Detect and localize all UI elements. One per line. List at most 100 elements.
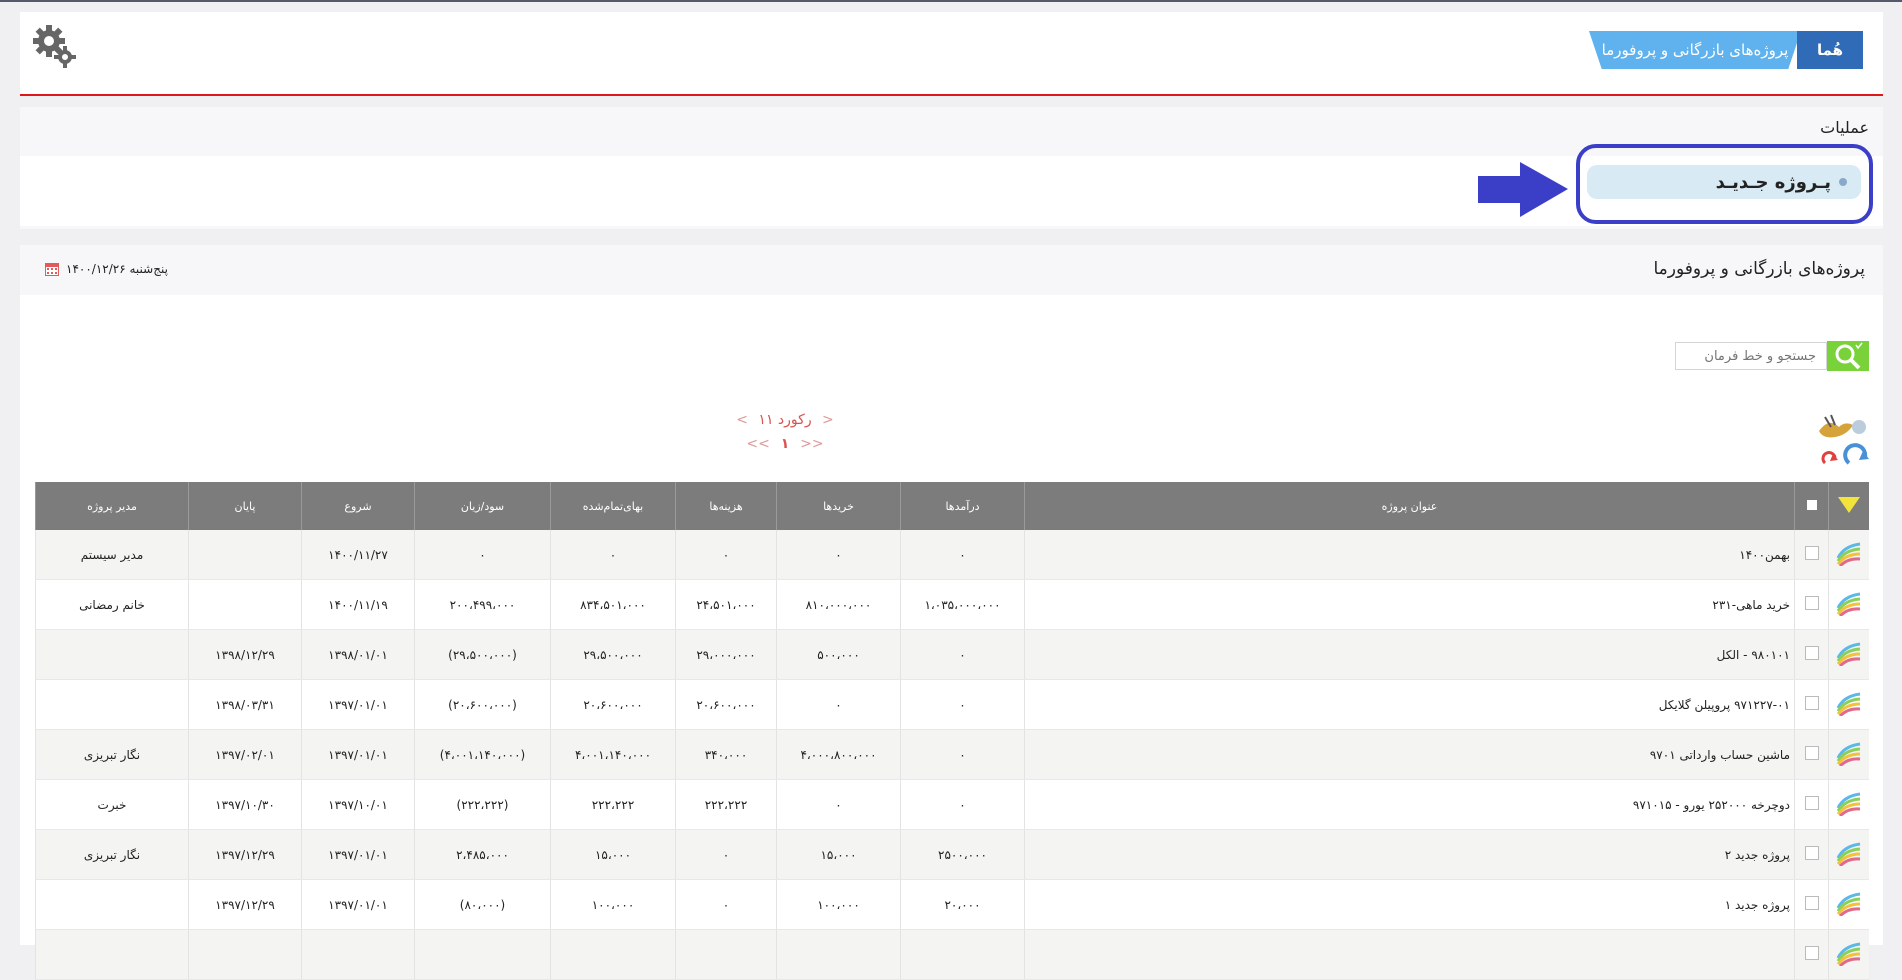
- cell-purchases: ۰: [776, 779, 901, 830]
- cell-title[interactable]: ۹۷۱۲۲۷-۰۱ پروپیلن گلایکل: [1024, 679, 1795, 730]
- cell-title[interactable]: ۹۸۰۱۰۱ - الکل: [1024, 629, 1795, 680]
- pager-next[interactable]: >: [822, 412, 834, 428]
- sort-column-header[interactable]: [1828, 482, 1869, 530]
- cell-purchases: ۵۰۰،۰۰۰: [776, 629, 901, 680]
- row-checkbox[interactable]: [1804, 696, 1819, 710]
- row-checkbox-cell[interactable]: [1794, 579, 1829, 630]
- cell-manager: [35, 879, 189, 930]
- row-checkbox-cell[interactable]: [1794, 829, 1829, 880]
- table-row[interactable]: بهمن۱۴۰۰ ۰ ۰ ۰ ۰ ۰ ۱۴۰۰/۱۱/۲۷ مدیر سیستم: [35, 530, 1869, 580]
- row-checkbox[interactable]: [1804, 896, 1819, 910]
- calendar-icon[interactable]: [44, 261, 60, 277]
- row-chart-icon[interactable]: [1836, 940, 1862, 968]
- cell-title[interactable]: بهمن۱۴۰۰: [1024, 530, 1795, 580]
- row-icon-cell[interactable]: [1828, 779, 1869, 830]
- cell-title[interactable]: پروژه جدید ۱: [1024, 879, 1795, 930]
- row-checkbox[interactable]: [1804, 746, 1819, 760]
- row-checkbox[interactable]: [1804, 546, 1819, 560]
- pager-first[interactable]: <<: [746, 436, 769, 452]
- row-checkbox-cell[interactable]: [1794, 629, 1829, 680]
- cell-costs: ۰: [675, 879, 777, 930]
- cell-manager: [35, 929, 189, 980]
- row-chart-icon[interactable]: [1836, 840, 1862, 868]
- row-chart-icon[interactable]: [1836, 740, 1862, 768]
- col-purchases[interactable]: خریدها: [776, 482, 901, 530]
- date-display: پنج‌شنبه ۱۴۰۰/۱۲/۲۶: [44, 261, 168, 277]
- col-costs[interactable]: هزینه‌ها: [675, 482, 777, 530]
- row-chart-icon[interactable]: [1836, 540, 1862, 568]
- col-manager[interactable]: مدیر پروژه: [35, 482, 189, 530]
- row-icon-cell[interactable]: [1828, 629, 1869, 680]
- row-icon-cell[interactable]: [1828, 929, 1869, 980]
- row-checkbox-cell[interactable]: [1794, 679, 1829, 730]
- row-checkbox[interactable]: [1804, 646, 1819, 660]
- row-checkbox[interactable]: [1804, 596, 1819, 610]
- bird-icon[interactable]: [1819, 414, 1866, 438]
- row-chart-icon[interactable]: [1836, 890, 1862, 918]
- search-button[interactable]: [1827, 341, 1869, 371]
- row-icon-cell[interactable]: [1828, 729, 1869, 780]
- row-checkbox[interactable]: [1804, 846, 1819, 860]
- search-icon: [1835, 342, 1863, 370]
- refresh-icon[interactable]: [1843, 443, 1869, 465]
- breadcrumb-project[interactable]: پروژه‌های بازرگانی و پروفورما: [1589, 31, 1801, 69]
- select-all-header[interactable]: [1794, 482, 1829, 530]
- pager-prev[interactable]: <: [736, 412, 748, 428]
- row-checkbox-cell[interactable]: [1794, 879, 1829, 930]
- row-icon-cell[interactable]: [1828, 530, 1869, 580]
- cell-title[interactable]: پروژه جدید ۲: [1024, 829, 1795, 880]
- row-checkbox-cell[interactable]: [1794, 929, 1829, 980]
- cell-income: ۰: [900, 729, 1025, 780]
- cell-purchases: ۰: [776, 530, 901, 580]
- cell-end: [188, 530, 302, 580]
- row-chart-icon[interactable]: [1836, 640, 1862, 668]
- row-checkbox-cell[interactable]: [1794, 530, 1829, 580]
- cell-title[interactable]: [1024, 929, 1795, 980]
- col-end[interactable]: پایان: [188, 482, 302, 530]
- col-title[interactable]: عنوان پروژه: [1024, 482, 1795, 530]
- cell-cost-price: ۲۰،۶۰۰،۰۰۰: [550, 679, 676, 730]
- pager-current[interactable]: ۱: [781, 436, 790, 452]
- cell-manager: مدیر سیستم: [35, 530, 189, 580]
- table-row[interactable]: دوچرخه ۲۵۲۰۰۰ یورو - ۹۷۱۰۱۵ ۰ ۰ ۲۲۲،۲۲۲ ۲۲۲،…: [35, 779, 1869, 830]
- row-chart-icon[interactable]: [1836, 790, 1862, 818]
- row-checkbox-cell[interactable]: [1794, 729, 1829, 780]
- row-icon-cell[interactable]: [1828, 679, 1869, 730]
- cell-end: ۱۳۹۸/۰۳/۳۱: [188, 679, 302, 730]
- select-all-checkbox[interactable]: [1806, 499, 1817, 510]
- table-row[interactable]: خرید ماهی-۲۳۱ ۱،۰۳۵،۰۰۰،۰۰۰ ۸۱۰،۰۰۰،۰۰۰ ۲۴،…: [35, 579, 1869, 630]
- row-icon-cell[interactable]: [1828, 579, 1869, 630]
- breadcrumb-home[interactable]: هُما: [1797, 31, 1863, 69]
- table-tools: [1809, 413, 1869, 473]
- row-icon-cell[interactable]: [1828, 829, 1869, 880]
- table-row[interactable]: ۹۷۱۲۲۷-۰۱ پروپیلن گلایکل ۰ ۰ ۲۰،۶۰۰،۰۰۰ ۲۰،۶…: [35, 679, 1869, 730]
- col-start[interactable]: شروع: [301, 482, 415, 530]
- pager-last[interactable]: >>: [800, 436, 823, 452]
- table-row[interactable]: ماشین حساب وارداتی ۹۷۰۱ ۰ ۴،۰۰۰،۸۰۰،۰۰۰ ۳۴۰…: [35, 729, 1869, 780]
- row-checkbox[interactable]: [1804, 796, 1819, 810]
- cell-purchases: ۸۱۰،۰۰۰،۰۰۰: [776, 579, 901, 630]
- row-chart-icon[interactable]: [1836, 690, 1862, 718]
- table-row[interactable]: پروژه جدید ۱ ۲۰،۰۰۰ ۱۰۰،۰۰۰ ۰ ۱۰۰،۰۰۰ (۸۰،۰۰۰…: [35, 879, 1869, 930]
- cell-cost-price: ۴،۰۰۱،۱۴۰،۰۰۰: [550, 729, 676, 780]
- table-header-row: عنوان پروژه درآمدها خریدها هزینه‌ها بهای…: [35, 482, 1869, 530]
- row-chart-icon[interactable]: [1836, 590, 1862, 618]
- reload-red-icon[interactable]: [1821, 451, 1838, 465]
- cell-title[interactable]: ماشین حساب وارداتی ۹۷۰۱: [1024, 729, 1795, 780]
- col-cost-price[interactable]: بهای‌تمام‌شده: [550, 482, 676, 530]
- cell-start: ۱۳۹۷/۰۱/۰۱: [301, 879, 415, 930]
- col-income[interactable]: درآمدها: [900, 482, 1025, 530]
- gear-icon[interactable]: [32, 24, 78, 70]
- table-row[interactable]: [35, 929, 1869, 980]
- new-project-button[interactable]: پـروژه جـدیـد: [1587, 165, 1861, 199]
- row-icon-cell[interactable]: [1828, 879, 1869, 930]
- row-checkbox[interactable]: [1804, 946, 1819, 960]
- cell-title[interactable]: خرید ماهی-۲۳۱: [1024, 579, 1795, 630]
- row-checkbox-cell[interactable]: [1794, 779, 1829, 830]
- record-count: ۱۱ رکورد: [758, 412, 812, 428]
- table-row[interactable]: پروژه جدید ۲ ۲۵۰۰،۰۰۰ ۱۵،۰۰۰ ۰ ۱۵،۰۰۰ ۲،۴۸۵،۰…: [35, 829, 1869, 880]
- col-profit[interactable]: سود/زیان: [414, 482, 551, 530]
- cell-title[interactable]: دوچرخه ۲۵۲۰۰۰ یورو - ۹۷۱۰۱۵: [1024, 779, 1795, 830]
- table-row[interactable]: ۹۸۰۱۰۱ - الکل ۰ ۵۰۰،۰۰۰ ۲۹،۰۰۰،۰۰۰ ۲۹،۵۰۰،۰۰…: [35, 629, 1869, 680]
- search-input[interactable]: [1675, 342, 1827, 370]
